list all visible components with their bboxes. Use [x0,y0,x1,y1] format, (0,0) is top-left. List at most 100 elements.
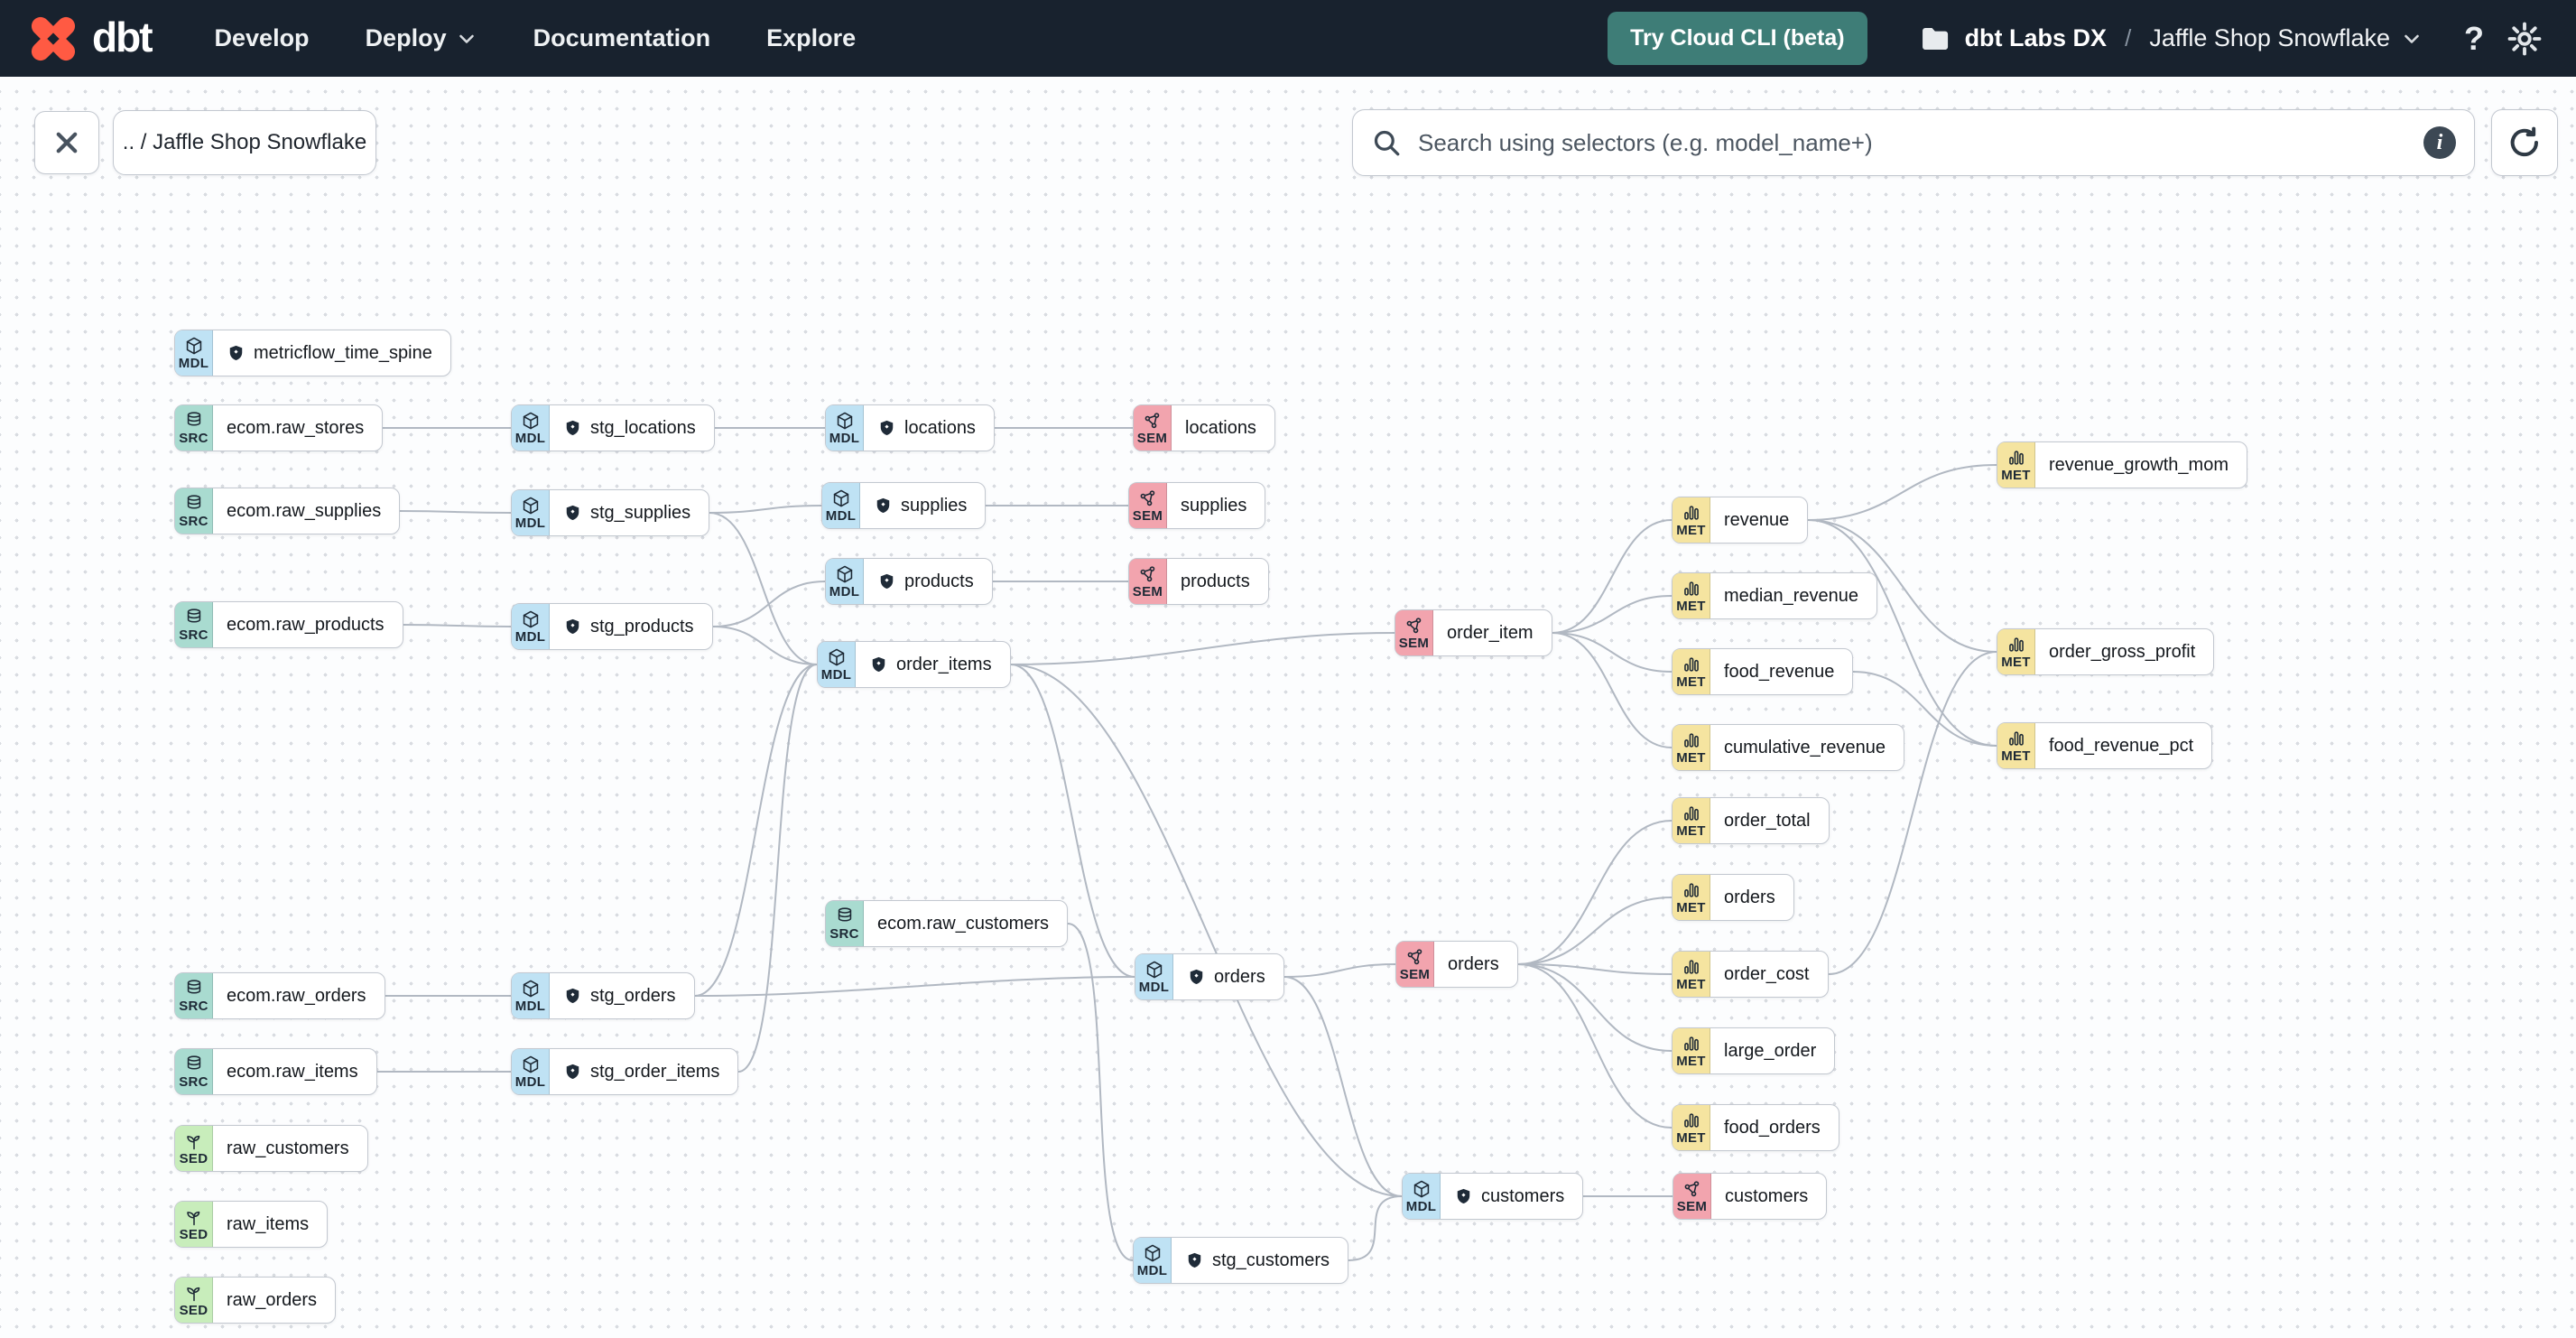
edge-ecom-raw-products-to-stg-products [403,624,512,627]
node-products[interactable]: MDL products [825,558,993,605]
node-customers[interactable]: MDL customers [1402,1173,1584,1220]
node-type-badge: MET [1673,725,1710,770]
node-raw-items[interactable]: SED raw_items [174,1201,329,1248]
node-stg-customers[interactable]: MDL stg_customers [1133,1237,1349,1284]
node-type-badge: MET [1997,629,2035,674]
node-orders[interactable]: MDL orders [1135,953,1284,1000]
node-stg-order-items[interactable]: MDL stg_order_items [511,1048,739,1095]
nav-item-documentation[interactable]: Documentation [533,24,711,52]
node-cumulative-revenue[interactable]: MET cumulative_revenue [1672,724,1904,771]
search-input[interactable] [1416,127,2409,158]
node-supplies-sem[interactable]: SEM supplies [1128,482,1266,529]
help-icon[interactable]: ? [2464,22,2484,55]
node-label-text: cumulative_revenue [1724,737,1886,757]
search-bar[interactable]: i [1352,109,2475,176]
node-type-badge: SRC [175,405,213,451]
node-stg-locations[interactable]: MDL stg_locations [511,404,715,451]
node-type-label: MDL [514,629,546,645]
lineage-breadcrumb[interactable]: .. / Jaffle Shop Snowflake [113,110,376,175]
node-type-label: MDL [514,431,546,446]
node-median-revenue[interactable]: MET median_revenue [1672,572,1877,619]
node-stg-supplies[interactable]: MDL stg_supplies [511,489,710,536]
node-type-badge: MDL [512,604,550,649]
node-products-sem[interactable]: SEM products [1128,558,1269,605]
node-food-revenue-pct[interactable]: MET food_revenue_pct [1997,722,2213,769]
node-type-label: MET [2001,748,2031,764]
node-ecom-raw-supplies[interactable]: SRC ecom.raw_supplies [174,488,401,534]
cube-icon [1143,1243,1163,1263]
node-large-order[interactable]: MET large_order [1672,1027,1836,1074]
node-customers-sem[interactable]: SEM customers [1673,1173,1828,1220]
nav-item-explore[interactable]: Explore [766,24,856,52]
node-label: supplies [860,483,985,528]
node-orders-sem[interactable]: SEM orders [1395,941,1518,988]
node-raw-orders[interactable]: SED raw_orders [174,1277,337,1324]
node-ecom-raw-orders[interactable]: SRC ecom.raw_orders [174,972,385,1019]
node-revenue-growth-mom[interactable]: MET revenue_growth_mom [1997,441,2247,488]
node-revenue[interactable]: MET revenue [1672,497,1809,544]
node-metricflow-time-spine[interactable]: MDL metricflow_time_spine [174,330,451,376]
node-label: stg_supplies [550,490,709,535]
node-type-badge: SRC [175,488,213,534]
breadcrumb-separator: / [2125,24,2132,51]
try-cloud-cli-button[interactable]: Try Cloud CLI (beta) [1608,12,1867,65]
node-order-item-sem[interactable]: SEM order_item [1395,609,1552,656]
node-label-text: ecom.raw_customers [877,913,1050,934]
cube-icon [521,1055,541,1074]
node-type-label: MDL [1138,980,1170,995]
node-supplies[interactable]: MDL supplies [821,482,987,529]
node-type-badge: MDL [512,490,550,535]
node-label: ecom.raw_products [213,602,403,647]
settings-gear-icon[interactable] [2506,20,2544,58]
node-label: orders [1434,942,1517,987]
node-label: metricflow_time_spine [213,330,450,376]
node-type-label: MDL [514,516,546,531]
node-type-label: MET [1676,900,1706,915]
node-food-revenue[interactable]: MET food_revenue [1672,648,1854,695]
node-label: raw_items [213,1202,327,1247]
node-order-total[interactable]: MET order_total [1672,797,1830,844]
node-label: customers [1711,1174,1826,1219]
node-type-badge: MDL [822,483,860,528]
node-order-cost[interactable]: MET order_cost [1672,951,1829,998]
node-stg-orders[interactable]: MDL stg_orders [511,972,695,1019]
node-type-badge: MET [1997,723,2035,768]
node-type-label: SEM [1399,967,1431,982]
node-ecom-raw-items[interactable]: SRC ecom.raw_items [174,1048,377,1095]
refresh-button[interactable] [2491,109,2558,176]
top-navigation-bar: dbt Develop Deploy Documentation Explore Tr… [0,0,2576,77]
metric-icon [1682,1034,1701,1054]
node-raw-customers[interactable]: SED raw_customers [174,1125,368,1172]
node-label: stg_orders [550,973,694,1018]
node-orders-met[interactable]: MET orders [1672,874,1794,921]
edge-order-cost-to-order-gross-profit [1828,651,1997,975]
info-icon[interactable]: i [2423,126,2456,159]
project-selector[interactable]: Jaffle Shop Snowflake [2149,24,2423,52]
brand: dbt [27,13,153,65]
semantic-icon [1138,564,1158,584]
node-order-items[interactable]: MDL order_items [817,641,1011,688]
edge-order-items-to-customers [1010,664,1403,1197]
nav-item-deploy[interactable]: Deploy [366,24,477,52]
node-label-text: stg_locations [590,417,696,438]
lineage-canvas[interactable]: MDL metricflow_time_spine SRC ecom.raw_stor… [0,77,2576,1338]
node-ecom-raw-customers[interactable]: SRC ecom.raw_customers [825,900,1069,947]
node-food-orders[interactable]: MET food_orders [1672,1104,1839,1151]
node-type-badge: MET [1673,1028,1710,1073]
metric-icon [1682,880,1701,900]
metric-icon [1682,957,1701,977]
node-ecom-raw-stores[interactable]: SRC ecom.raw_stores [174,404,384,451]
shield-icon [563,419,582,438]
node-locations[interactable]: MDL locations [825,404,995,451]
node-stg-products[interactable]: MDL stg_products [511,603,713,650]
nav-item-develop[interactable]: Develop [215,24,310,52]
close-lineage-button[interactable] [34,111,99,174]
node-type-label: MET [2001,468,2031,483]
node-label-text: stg_products [590,616,694,636]
semantic-icon [1405,947,1425,967]
node-locations-sem[interactable]: SEM locations [1133,404,1275,451]
node-ecom-raw-products[interactable]: SRC ecom.raw_products [174,601,403,648]
node-order-gross-profit[interactable]: MET order_gross_profit [1997,628,2215,675]
edge-ecom-raw-customers-to-stg-customers [1067,923,1134,1261]
node-type-label: MET [2001,655,2031,670]
